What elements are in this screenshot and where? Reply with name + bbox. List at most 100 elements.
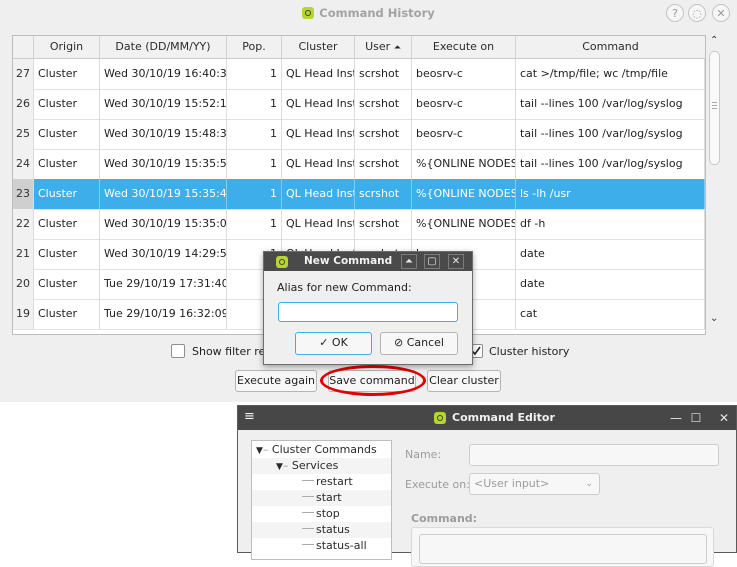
editor-minimize-button[interactable]: —: [667, 409, 685, 427]
help-button[interactable]: ?: [666, 4, 684, 22]
cell-pop: 1: [227, 59, 282, 89]
cell-user: scrshot: [355, 119, 412, 149]
table-header: Origin Date (DD/MM/YY) Pop. Cluster User…: [13, 36, 705, 59]
cell-date: Wed 30/10/19 15:35:52: [100, 149, 227, 179]
cell-user: scrshot: [355, 209, 412, 239]
vertical-scrollbar[interactable]: ⌃ ⌄: [707, 35, 723, 333]
row-number: 26: [13, 89, 34, 119]
window-menu-icon[interactable]: ≡: [244, 409, 255, 424]
tree-root-cluster-commands[interactable]: ▼– Cluster Commands: [252, 442, 391, 458]
minimize-button[interactable]: ◌: [688, 4, 706, 22]
close-button[interactable]: ✕: [712, 4, 730, 22]
app-logo-icon: [434, 412, 446, 424]
cell-cluster: QL Head Inst: [282, 119, 355, 149]
keep-above-button[interactable]: ⏶: [401, 254, 417, 269]
cell-origin: Cluster: [34, 119, 100, 149]
tree-item-status-all[interactable]: status-all: [252, 538, 391, 554]
tree-item-label: start: [316, 491, 342, 504]
cell-pop: 1: [227, 89, 282, 119]
tree-item-label: restart: [316, 475, 353, 488]
scrollbar-thumb[interactable]: [709, 51, 720, 165]
cancel-icon: ⊘: [394, 336, 404, 349]
cell-command: date: [516, 269, 705, 299]
cell-cluster: QL Head Inst: [282, 209, 355, 239]
execute-on-label: Execute on:: [405, 478, 470, 491]
tree-item-restart[interactable]: restart: [252, 474, 391, 490]
row-number: 21: [13, 239, 34, 269]
cell-origin: Cluster: [34, 179, 100, 209]
row-number: 23: [13, 179, 34, 209]
cell-cluster: QL Head Inst: [282, 179, 355, 209]
column-header-cluster[interactable]: Cluster: [282, 36, 355, 58]
ok-button[interactable]: ✓ OK: [295, 332, 372, 355]
table-row[interactable]: 27 Cluster Wed 30/10/19 16:40:35 1 QL Head I…: [13, 59, 705, 90]
dialog-maximize-button[interactable]: ▢: [424, 254, 440, 269]
grip-icon: [712, 102, 717, 103]
alias-prompt: Alias for new Command:: [277, 281, 412, 294]
expand-arrow-icon: ▼: [276, 462, 283, 472]
dialog-close-button[interactable]: ✕: [448, 254, 464, 269]
sort-ascending-icon: ⏶: [393, 43, 401, 53]
column-header-user-label: User: [365, 40, 391, 53]
command-textarea[interactable]: [419, 534, 707, 564]
cell-cluster: QL Head Inst: [282, 59, 355, 89]
cell-origin: Cluster: [34, 59, 100, 89]
column-header-command[interactable]: Command: [516, 36, 705, 58]
cell-origin: Cluster: [34, 149, 100, 179]
command-editor-window: ≡ Command Editor — ☐ ✕ ▼– Cluster Comman…: [237, 405, 737, 567]
cluster-history-label: Cluster history: [489, 345, 570, 358]
cell-user: scrshot: [355, 59, 412, 89]
execute-again-button[interactable]: Execute again: [235, 370, 317, 392]
show-filter-checkbox[interactable]: [171, 344, 185, 358]
tree-group-services[interactable]: ▼– Services: [252, 458, 391, 474]
editor-maximize-button[interactable]: ☐: [687, 409, 705, 427]
table-row[interactable]: 25 Cluster Wed 30/10/19 15:48:35 1 QL Head I…: [13, 119, 705, 150]
clear-cluster-button[interactable]: Clear cluster: [427, 370, 501, 392]
tree-item-stop[interactable]: stop: [252, 506, 391, 522]
cell-date: Wed 30/10/19 15:48:35: [100, 119, 227, 149]
command-group-box: [411, 527, 714, 567]
row-number-header: [13, 36, 34, 58]
execute-on-select[interactable]: <User input> ⌄: [469, 473, 600, 495]
table-row[interactable]: 22 Cluster Wed 30/10/19 15:35:01 1 QL Head I…: [13, 209, 705, 240]
scroll-up-icon[interactable]: ⌃: [710, 35, 718, 46]
column-header-pop[interactable]: Pop.: [227, 36, 282, 58]
column-header-origin[interactable]: Origin: [34, 36, 100, 58]
cell-command: tail --lines 100 /var/log/syslog: [516, 89, 705, 119]
table-row[interactable]: 26 Cluster Wed 30/10/19 15:52:19 1 QL Head I…: [13, 89, 705, 120]
tree-item-start[interactable]: start: [252, 490, 391, 506]
dialog-title-bar: New Command ⏶ ▢ ✕: [264, 252, 472, 271]
cell-origin: Cluster: [34, 269, 100, 299]
cancel-button[interactable]: ⊘ Cancel: [380, 332, 458, 355]
cell-date: Wed 30/10/19 15:35:43: [100, 179, 227, 209]
table-row[interactable]: 24 Cluster Wed 30/10/19 15:35:52 1 QL Head I…: [13, 149, 705, 180]
table-row[interactable]: 23 Cluster Wed 30/10/19 15:35:43 1 QL Head I…: [13, 179, 705, 210]
row-number: 24: [13, 149, 34, 179]
row-number: 19: [13, 299, 34, 329]
alias-input[interactable]: [278, 302, 458, 322]
column-header-execute-on[interactable]: Execute on: [412, 36, 516, 58]
cell-pop: 1: [227, 119, 282, 149]
row-number: 20: [13, 269, 34, 299]
cell-cluster: QL Head Inst: [282, 149, 355, 179]
scroll-down-icon[interactable]: ⌄: [710, 313, 718, 324]
cell-cluster: QL Head Inst: [282, 89, 355, 119]
command-tree[interactable]: ▼– Cluster Commands ▼– Services restart s…: [251, 440, 392, 560]
cell-execute-on: %{ONLINE NODES}: [412, 179, 516, 209]
cell-user: scrshot: [355, 89, 412, 119]
tree-item-label: status: [316, 523, 350, 536]
row-number: 22: [13, 209, 34, 239]
cell-date: Tue 29/10/19 17:31:40: [100, 269, 227, 299]
cell-command: tail --lines 100 /var/log/syslog: [516, 149, 705, 179]
tree-connector: [302, 544, 314, 545]
tree-item-status[interactable]: status: [252, 522, 391, 538]
column-header-user[interactable]: User ⏶: [355, 36, 412, 58]
cell-execute-on: %{ONLINE NODES}: [412, 209, 516, 239]
app-logo-icon: [276, 256, 288, 268]
checkmark-icon: ✓: [319, 336, 329, 349]
column-header-date[interactable]: Date (DD/MM/YY): [100, 36, 227, 58]
cell-execute-on: beosrv-c: [412, 59, 516, 89]
editor-close-button[interactable]: ✕: [715, 409, 733, 427]
cell-execute-on: beosrv-c: [412, 89, 516, 119]
name-input[interactable]: [469, 444, 719, 466]
